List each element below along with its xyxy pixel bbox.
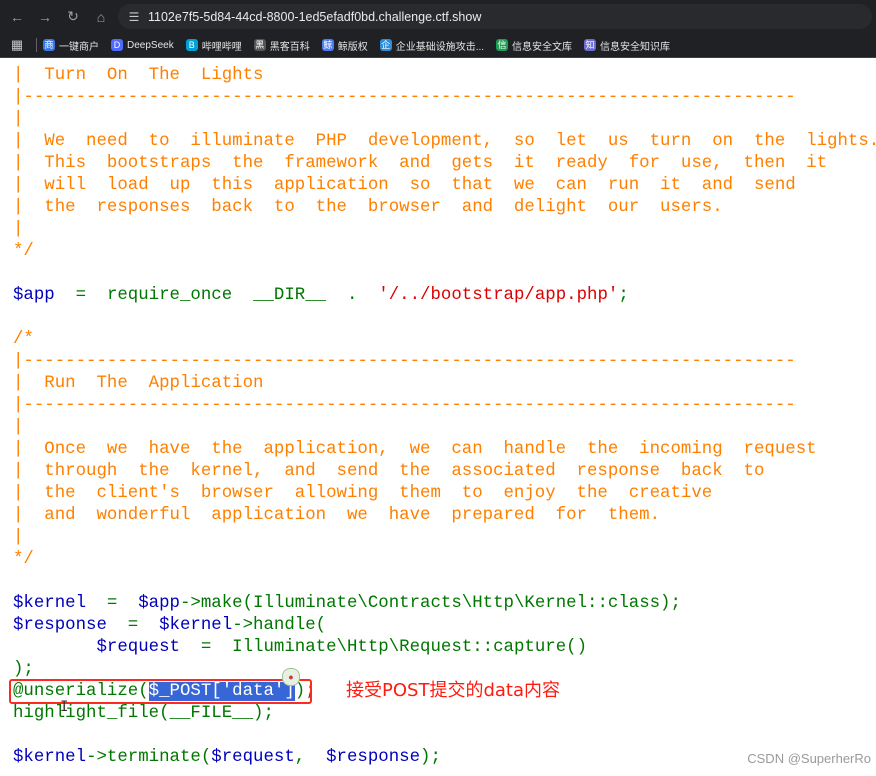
bookmarks-divider — [36, 38, 37, 52]
arrow-left-icon: ← — [10, 8, 24, 25]
comment-line: | — [13, 110, 24, 129]
code-punct: , — [294, 748, 327, 767]
home-button[interactable]: ⌂ — [88, 4, 114, 30]
code-variable: $app — [138, 594, 180, 613]
bookmark-item[interactable]: 黑黑客百科 — [253, 38, 310, 53]
comment-line: | — [13, 528, 24, 547]
comment-line: | Turn On The Lights — [13, 66, 264, 85]
code-call: ->terminate( — [86, 748, 212, 767]
bookmark-item[interactable]: 信信息安全文库 — [496, 38, 572, 53]
bookmark-favicon-icon: 鲸 — [321, 39, 334, 51]
bookmark-favicon-icon: 知 — [584, 39, 597, 51]
code-call: ->make(Illuminate\Contracts\Http\Kernel:… — [180, 594, 681, 613]
bookmark-favicon-icon: 企 — [379, 39, 392, 51]
reload-button[interactable]: ↻ — [60, 4, 86, 30]
bookmark-item[interactable]: B 哔哩哔哩 — [185, 38, 242, 53]
code-variable: $app — [13, 286, 55, 305]
code-variable: $response — [326, 748, 421, 767]
address-bar[interactable]: ☰ 1102e7f5-5d84-44cd-8800-1ed5efadf0bd.c… — [118, 4, 872, 29]
code-keyword: require_once __DIR__ . — [106, 286, 379, 305]
code-variable: $kernel — [13, 748, 87, 767]
bookmark-favicon-icon: 商 — [43, 39, 55, 51]
comment-line: | Run The Application — [13, 374, 264, 393]
arrow-right-icon: → — [38, 8, 52, 25]
comment-line: | the client's browser allowing them to … — [13, 484, 713, 503]
code-string: '/../bootstrap/app.php' — [378, 286, 619, 305]
bookmark-item[interactable]: 鲸鲸版权 — [321, 38, 368, 53]
bookmarks-bar: ▦ 商一键商户 D DeepSeek B 哔哩哔哩 黑黑客百科 鲸鲸版权 企企业基础… — [0, 33, 876, 58]
comment-line: | through the kernel, and send the assoc… — [13, 462, 765, 481]
comment-line: | — [13, 418, 24, 437]
url-text[interactable]: 1102e7f5-5d84-44cd-8800-1ed5efadf0bd.cha… — [148, 10, 481, 24]
comment-line: |---------------------------------------… — [13, 352, 796, 371]
code-variable: $request — [211, 748, 295, 767]
code-call: = Illuminate\Http\Request::capture() — [180, 638, 588, 657]
comment-line: | This bootstraps the framework and gets… — [13, 154, 828, 173]
reload-icon: ↻ — [67, 8, 79, 24]
bookmark-favicon-icon: B — [185, 39, 198, 51]
comment-line: /* — [13, 330, 34, 349]
code-variable: $response — [13, 616, 107, 635]
comment-line: | Once we have the application, we can h… — [13, 440, 817, 459]
code-variable: $kernel — [13, 594, 87, 613]
comment-line: |---------------------------------------… — [13, 396, 796, 415]
code-call: ->handle( — [232, 616, 327, 635]
bookmark-item[interactable]: D DeepSeek — [111, 39, 174, 51]
annotation-note: 接受POST提交的data内容 — [346, 680, 560, 701]
bookmark-favicon-icon: D — [111, 39, 123, 51]
bookmark-favicon-icon: 黑 — [253, 39, 266, 51]
bookmark-item[interactable]: 商一键商户 — [43, 38, 99, 53]
code-call: highlight_file(__FILE__); — [13, 704, 274, 723]
comment-line: | and wonderful application we have prep… — [13, 506, 661, 525]
home-icon: ⌂ — [96, 8, 106, 25]
bookmark-item[interactable]: 企企业基础设施攻击... — [379, 38, 484, 53]
code-punct: ; — [618, 286, 629, 305]
browser-toolbar: ← → ↻ ⌂ ☰ 1102e7f5-5d84-44cd-8800-1ed5ef… — [0, 0, 876, 33]
comment-line: |---------------------------------------… — [13, 88, 796, 107]
code-punct: ); — [13, 660, 34, 679]
code-operator: = — [106, 616, 160, 635]
php-source-code: | Turn On The Lights |------------------… — [13, 65, 876, 769]
comment-line: | will load up this application so that … — [13, 176, 796, 195]
watermark: CSDN @SuperherRo — [747, 751, 871, 766]
highlight-box — [9, 679, 312, 704]
back-button[interactable]: ← — [4, 4, 30, 30]
cursor-badge-icon: ● — [282, 668, 300, 686]
bookmark-favicon-icon: 信 — [496, 39, 509, 51]
site-info-icon[interactable]: ☰ — [124, 10, 144, 24]
code-variable: $request — [96, 638, 181, 657]
code-punct: ); — [420, 748, 441, 767]
text-cursor-icon: I — [60, 699, 69, 715]
code-operator: = — [86, 594, 139, 613]
forward-button[interactable]: → — [32, 4, 58, 30]
comment-line: */ — [13, 550, 34, 569]
code-operator: = — [54, 286, 107, 305]
apps-grid-icon[interactable]: ▦ — [6, 37, 28, 53]
comment-line: */ — [13, 242, 34, 261]
comment-line: | — [13, 220, 24, 239]
comment-line: | the responses back to the browser and … — [13, 198, 723, 217]
bookmark-item[interactable]: 知信息安全知识库 — [584, 38, 670, 53]
code-variable: $kernel — [159, 616, 233, 635]
comment-line: | We need to illuminate PHP development,… — [13, 132, 876, 151]
